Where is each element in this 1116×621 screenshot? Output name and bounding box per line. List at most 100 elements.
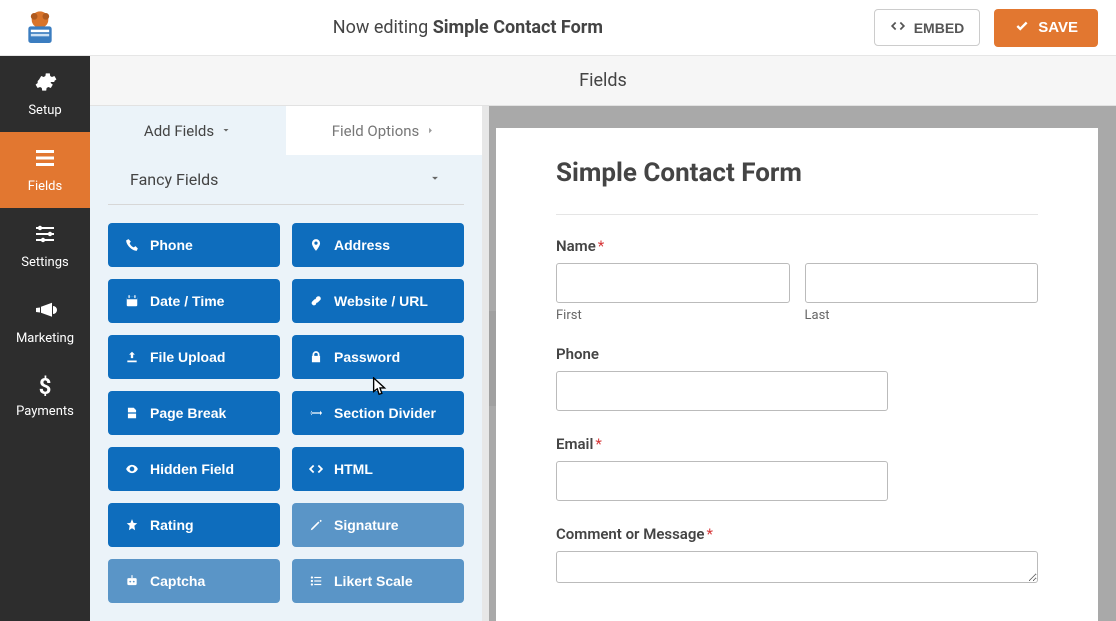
name-row: First Last xyxy=(556,263,1038,323)
eye-off-icon xyxy=(124,462,140,476)
pen-icon xyxy=(308,518,324,532)
nav-item-marketing[interactable]: Marketing xyxy=(0,284,90,360)
input-first-name[interactable] xyxy=(556,263,790,303)
label-email: Email* xyxy=(556,435,1038,453)
nav-item-label: Marketing xyxy=(16,331,74,346)
embed-button-label: EMBED xyxy=(914,20,965,36)
form-row-comment: Comment or Message* xyxy=(556,525,1038,587)
list-icon xyxy=(33,146,57,174)
chevron-down-icon xyxy=(428,170,442,189)
panel-tab-label: Add Fields xyxy=(144,122,214,140)
tab-add-fields[interactable]: Add Fields xyxy=(90,106,286,155)
divider-icon xyxy=(308,406,324,420)
label-name-text: Name xyxy=(556,237,596,255)
field-btn-divider[interactable]: Section Divider xyxy=(292,391,464,435)
pagebreak-icon xyxy=(124,406,140,420)
fields-panel: Add Fields Field Options Fancy Fields xyxy=(90,106,482,621)
workspace-body: Add Fields Field Options Fancy Fields xyxy=(90,106,1116,621)
app-logo xyxy=(18,8,62,48)
group-title: Fancy Fields xyxy=(130,170,218,189)
chevron-down-icon xyxy=(220,122,232,140)
form-paper: Simple Contact Form Name* First Last xyxy=(496,128,1098,621)
sliders-icon xyxy=(33,222,57,250)
field-btn-datetime[interactable]: Date / Time xyxy=(108,279,280,323)
star-icon xyxy=(124,518,140,532)
input-phone[interactable] xyxy=(556,371,888,411)
field-btn-likert[interactable]: Likert Scale xyxy=(292,559,464,603)
textarea-comment[interactable] xyxy=(556,551,1038,583)
nav-item-settings[interactable]: Settings xyxy=(0,208,90,284)
phone-icon xyxy=(124,238,140,252)
sublabel-first: First xyxy=(556,308,790,323)
tab-field-options[interactable]: Field Options xyxy=(286,106,482,155)
code-icon xyxy=(890,19,906,36)
form-row-phone: Phone xyxy=(556,345,1038,411)
save-button-label: SAVE xyxy=(1038,19,1078,36)
nav-item-setup[interactable]: Setup xyxy=(0,56,90,132)
workspace-header: Fields xyxy=(90,56,1116,106)
field-btn-label: Signature xyxy=(334,517,399,533)
editing-form-name: Simple Contact Form xyxy=(433,17,603,38)
code-icon xyxy=(308,462,324,476)
field-btn-signature[interactable]: Signature xyxy=(292,503,464,547)
field-btn-label: Section Divider xyxy=(334,405,436,421)
nav-item-label: Fields xyxy=(28,179,62,194)
required-asterisk: * xyxy=(598,237,604,255)
field-btn-label: Captcha xyxy=(150,573,205,589)
field-btn-pagebreak[interactable]: Page Break xyxy=(108,391,280,435)
chevron-right-icon xyxy=(425,122,436,140)
panel-tab-label: Field Options xyxy=(332,122,420,140)
input-email[interactable] xyxy=(556,461,888,501)
robot-icon xyxy=(124,574,140,588)
field-btn-upload[interactable]: File Upload xyxy=(108,335,280,379)
form-title: Simple Contact Form xyxy=(556,158,1038,215)
editing-title: Now editing Simple Contact Form xyxy=(62,17,874,38)
editing-prefix: Now editing xyxy=(333,17,428,38)
field-btn-label: File Upload xyxy=(150,349,225,365)
nav-item-fields[interactable]: Fields xyxy=(0,132,90,208)
scrollbar-thumb[interactable] xyxy=(489,311,496,406)
nav-item-label: Payments xyxy=(16,404,74,419)
dollar-icon: $ xyxy=(39,377,52,399)
link-icon xyxy=(308,294,324,308)
nav-item-label: Setup xyxy=(28,103,61,118)
field-btn-label: Website / URL xyxy=(334,293,428,309)
label-phone-text: Phone xyxy=(556,345,599,363)
field-btn-label: Phone xyxy=(150,237,193,253)
form-canvas: Simple Contact Form Name* First Last xyxy=(496,106,1116,621)
field-btn-html[interactable]: HTML xyxy=(292,447,464,491)
field-btn-label: Hidden Field xyxy=(150,461,234,477)
megaphone-icon xyxy=(33,298,57,326)
workspace: Fields Add Fields Field Options xyxy=(90,56,1116,621)
nav-sidebar: Setup Fields Settings Marketing $ Paymen… xyxy=(0,56,90,621)
label-phone: Phone xyxy=(556,345,1038,363)
name-col-first: First xyxy=(556,263,790,323)
field-btn-address[interactable]: Address xyxy=(292,223,464,267)
field-btn-url[interactable]: Website / URL xyxy=(292,279,464,323)
field-btn-captcha[interactable]: Captcha xyxy=(108,559,280,603)
field-btn-password[interactable]: Password xyxy=(292,335,464,379)
embed-button[interactable]: EMBED xyxy=(874,9,981,46)
field-btn-rating[interactable]: Rating xyxy=(108,503,280,547)
gear-icon xyxy=(33,70,57,98)
panel-divider[interactable] xyxy=(482,106,496,621)
field-btn-label: Rating xyxy=(150,517,194,533)
field-btn-label: HTML xyxy=(334,461,373,477)
label-name: Name* xyxy=(556,237,1038,255)
field-btn-hidden[interactable]: Hidden Field xyxy=(108,447,280,491)
check-icon xyxy=(1014,19,1030,37)
field-btn-phone[interactable]: Phone xyxy=(108,223,280,267)
list-icon xyxy=(308,574,324,588)
input-last-name[interactable] xyxy=(805,263,1039,303)
pin-icon xyxy=(308,238,324,252)
nav-item-payments[interactable]: $ Payments xyxy=(0,360,90,436)
required-asterisk: * xyxy=(595,435,601,453)
topbar: Now editing Simple Contact Form EMBED SA… xyxy=(0,0,1116,56)
field-btn-label: Likert Scale xyxy=(334,573,413,589)
label-comment-text: Comment or Message xyxy=(556,525,704,543)
save-button[interactable]: SAVE xyxy=(994,9,1098,47)
label-comment: Comment or Message* xyxy=(556,525,1038,543)
main-layout: Setup Fields Settings Marketing $ Paymen… xyxy=(0,56,1116,621)
group-header-fancy-fields[interactable]: Fancy Fields xyxy=(108,155,464,205)
sublabel-last: Last xyxy=(805,308,1039,323)
